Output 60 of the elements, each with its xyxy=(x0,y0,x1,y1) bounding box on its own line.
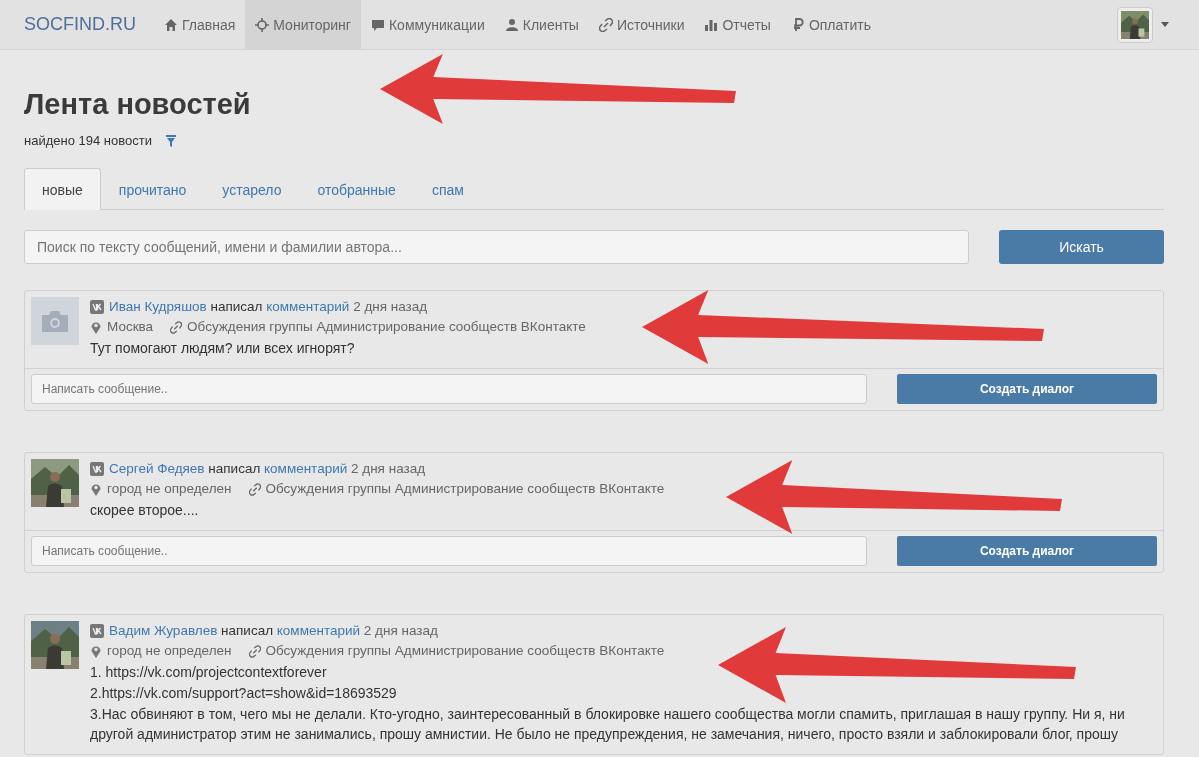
post-source: Обсуждения группы Администрирование сообществ ВКонтакте xyxy=(187,318,586,336)
nav-link[interactable]: Клиенты xyxy=(494,0,589,50)
post-text: 3.Нас обвиняют в том, чего мы не делали. Кто-угодно, заинтересованный в блокировке нашего сообщества могли спамить, приглашая в нашу группу. Ни я, ни другой администратор этим не занимались, прошу амнистии. Не было не предупреждения, не замечания, ничего, просто взяли и заблокировали блог, прошу xyxy=(90,705,1126,744)
link-icon xyxy=(598,17,613,32)
caret-icon[interactable] xyxy=(1161,22,1169,27)
nav-link[interactable]: Главная xyxy=(154,0,246,50)
author-link[interactable]: Иван Кудряшов xyxy=(109,299,207,314)
user-icon xyxy=(504,17,519,32)
tab[interactable]: спам xyxy=(413,168,482,210)
camera-icon xyxy=(42,310,68,332)
nav-link[interactable]: Источники xyxy=(588,0,695,50)
post-header: Вадим Журавлев написал комментарий 2 дня назад xyxy=(109,622,438,640)
vk-icon xyxy=(90,462,104,476)
comment-link[interactable]: комментарий xyxy=(264,461,348,476)
post-text: 1. https://vk.com/projectcontextforever xyxy=(90,663,328,682)
page-title: Лента новостей xyxy=(24,88,252,121)
post-location: город не определен xyxy=(107,480,232,498)
create-dialog-button[interactable]: Создать диалог xyxy=(897,374,1157,404)
user-avatar[interactable] xyxy=(1117,6,1153,43)
message-field[interactable]: Написать сообщение.. xyxy=(31,536,867,566)
location-pin-icon xyxy=(90,644,102,658)
search-button[interactable]: Искать xyxy=(999,230,1164,264)
tab[interactable]: устарело xyxy=(204,168,300,210)
nav-link[interactable]: Оплатить xyxy=(780,0,881,50)
post-text: скорее второе.... xyxy=(90,501,200,520)
home-icon xyxy=(164,17,178,32)
nav-link[interactable]: Мониторинг xyxy=(245,0,361,50)
chat-icon xyxy=(370,17,385,32)
nav-link[interactable]: Отчеты xyxy=(694,0,781,50)
brand-logo[interactable]: SOCFIND.RU xyxy=(24,14,136,35)
filter-icon[interactable] xyxy=(165,134,176,147)
link-icon xyxy=(248,482,261,496)
create-dialog-button[interactable]: Создать диалог xyxy=(897,536,1157,566)
author-link[interactable]: Сергей Федяев xyxy=(109,461,205,476)
post-source: Обсуждения группы Администрирование сообществ ВКонтакте xyxy=(265,480,665,498)
post-header: Сергей Федяев написал комментарий 2 дня назад xyxy=(109,460,426,478)
location-pin-icon xyxy=(90,482,102,496)
bar-chart-icon xyxy=(704,17,719,32)
tab[interactable]: отобранные xyxy=(299,168,414,210)
search-field[interactable]: Поиск по тексту сообщений, имени и фамилии автора... xyxy=(24,230,969,264)
result-count: найдено 194 новости xyxy=(24,133,152,148)
vk-icon xyxy=(90,300,104,314)
post-location: город не определен xyxy=(107,642,232,660)
location-pin-icon xyxy=(90,320,102,334)
nav-link[interactable]: Коммуникации xyxy=(360,0,495,50)
post-text: 2.https://vk.com/support?act=show&id=18693529 xyxy=(90,684,398,703)
post-text: Тут помогают людям? или всех игнорят? xyxy=(90,339,356,358)
post-location: Москва xyxy=(107,318,154,336)
comment-link[interactable]: комментарий xyxy=(276,623,361,638)
link-icon xyxy=(248,644,261,658)
post-source: Обсуждения группы Администрирование сообществ ВКонтакте xyxy=(265,642,665,660)
link-icon xyxy=(170,320,183,334)
crosshair-icon xyxy=(255,17,270,32)
tab[interactable]: новые xyxy=(24,168,101,210)
comment-link[interactable]: комментарий xyxy=(266,299,350,314)
tab[interactable]: прочитано xyxy=(100,168,205,210)
message-field[interactable]: Написать сообщение.. xyxy=(31,374,867,404)
author-link[interactable]: Вадим Журавлев xyxy=(109,623,218,638)
vk-icon xyxy=(90,624,104,638)
post-header: Иван Кудряшов написал комментарий 2 дня назад xyxy=(109,298,428,316)
